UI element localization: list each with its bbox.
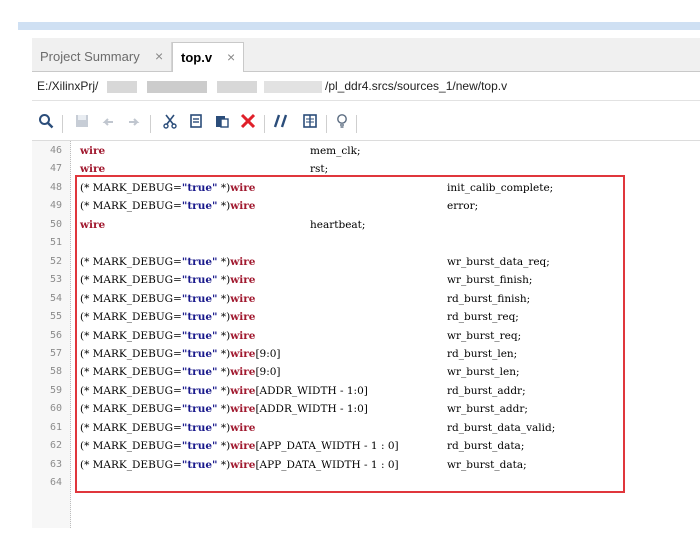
line-number: 59 bbox=[49, 384, 62, 396]
toolbar-separator bbox=[326, 115, 327, 133]
line-number: 49 bbox=[49, 200, 62, 212]
line-number: 55 bbox=[49, 311, 62, 323]
code-identifier: mem_clk; bbox=[310, 145, 361, 157]
redacted-block bbox=[107, 81, 137, 93]
line-number: 60 bbox=[49, 403, 62, 415]
toolbar-separator bbox=[356, 115, 357, 133]
line-number: 62 bbox=[49, 440, 62, 452]
line-number: 48 bbox=[49, 181, 62, 193]
lightbulb-icon[interactable] bbox=[332, 113, 352, 133]
toolbar-separator bbox=[150, 115, 151, 133]
code-keyword: wire bbox=[80, 163, 106, 176]
close-icon[interactable]: × bbox=[155, 42, 163, 71]
save-icon[interactable] bbox=[72, 113, 92, 133]
line-number: 53 bbox=[49, 274, 62, 286]
redacted-block bbox=[264, 81, 322, 93]
line-number: 57 bbox=[49, 347, 62, 359]
close-icon[interactable]: × bbox=[227, 43, 235, 72]
line-number: 58 bbox=[49, 366, 62, 378]
tab-project-summary[interactable]: Project Summary × bbox=[32, 42, 172, 71]
line-number: 63 bbox=[49, 458, 62, 470]
redacted-block bbox=[217, 81, 257, 93]
tab-label: top.v bbox=[181, 50, 213, 65]
line-number: 61 bbox=[49, 421, 62, 433]
tab-top-v[interactable]: top.v × bbox=[172, 42, 244, 72]
file-path-prefix: E:/XilinxPrj/ bbox=[37, 79, 99, 93]
line-number: 52 bbox=[49, 255, 62, 267]
line-number: 64 bbox=[49, 477, 62, 489]
line-number: 47 bbox=[49, 163, 62, 175]
redacted-block bbox=[147, 81, 207, 93]
line-number: 56 bbox=[49, 329, 62, 341]
column-icon[interactable] bbox=[300, 113, 320, 133]
code-identifier: rst; bbox=[310, 163, 329, 176]
delete-icon[interactable] bbox=[238, 113, 258, 133]
toolbar-separator bbox=[62, 115, 63, 133]
tab-label: Project Summary bbox=[40, 49, 140, 64]
window-top-band bbox=[18, 22, 700, 30]
comment-icon[interactable] bbox=[272, 113, 292, 133]
tab-bar: Project Summary × top.v × bbox=[32, 38, 700, 72]
copy-icon[interactable] bbox=[186, 113, 206, 133]
line-number: 51 bbox=[49, 237, 62, 249]
file-path-bar: E:/XilinxPrj/ /pl_ddr4.srcs/sources_1/ne… bbox=[32, 72, 700, 101]
line-number: 46 bbox=[49, 145, 62, 156]
file-path-suffix: /pl_ddr4.srcs/sources_1/new/top.v bbox=[325, 79, 508, 93]
line-number: 54 bbox=[49, 292, 62, 304]
paste-icon[interactable] bbox=[212, 113, 232, 133]
code-keyword: wire bbox=[80, 145, 106, 157]
back-icon[interactable] bbox=[98, 113, 118, 133]
editor-toolbar bbox=[32, 108, 700, 141]
line-number: 50 bbox=[49, 218, 62, 230]
forward-icon[interactable] bbox=[124, 113, 144, 133]
toolbar-separator bbox=[264, 115, 265, 133]
highlight-box bbox=[75, 175, 625, 493]
search-icon[interactable] bbox=[36, 113, 56, 133]
cut-icon[interactable] bbox=[160, 113, 180, 133]
